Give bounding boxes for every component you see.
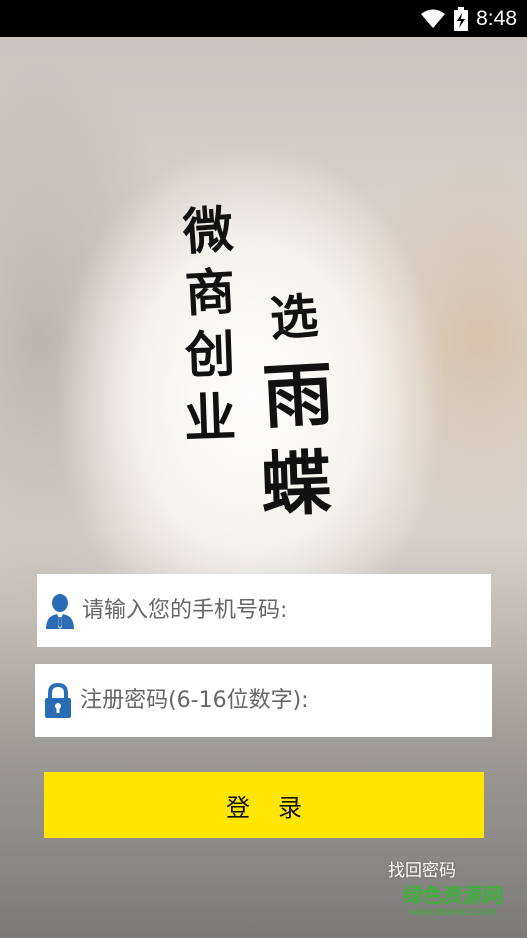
watermark: 绿色资源网 www.downcc.com <box>388 884 518 918</box>
logo-char: 业 <box>183 387 237 450</box>
forgot-password-link[interactable]: 找回密码 <box>388 856 456 881</box>
logo-char: 选 <box>268 288 320 347</box>
logo-char: 雨 <box>261 352 335 439</box>
watermark-url: www.downcc.com <box>409 906 497 918</box>
password-field[interactable] <box>35 664 492 737</box>
user-icon <box>37 593 82 629</box>
logo-char: 商 <box>184 262 237 324</box>
logo-char: 蝶 <box>260 441 334 526</box>
watermark-title: 绿色资源网 <box>403 883 503 907</box>
logo-char: 创 <box>184 324 236 385</box>
phone-input[interactable] <box>82 574 491 647</box>
login-button[interactable]: 登录 <box>44 772 484 838</box>
lock-icon <box>35 682 80 719</box>
logo-char: 微 <box>180 199 235 261</box>
phone-field[interactable] <box>37 574 491 647</box>
password-input[interactable] <box>80 664 492 737</box>
